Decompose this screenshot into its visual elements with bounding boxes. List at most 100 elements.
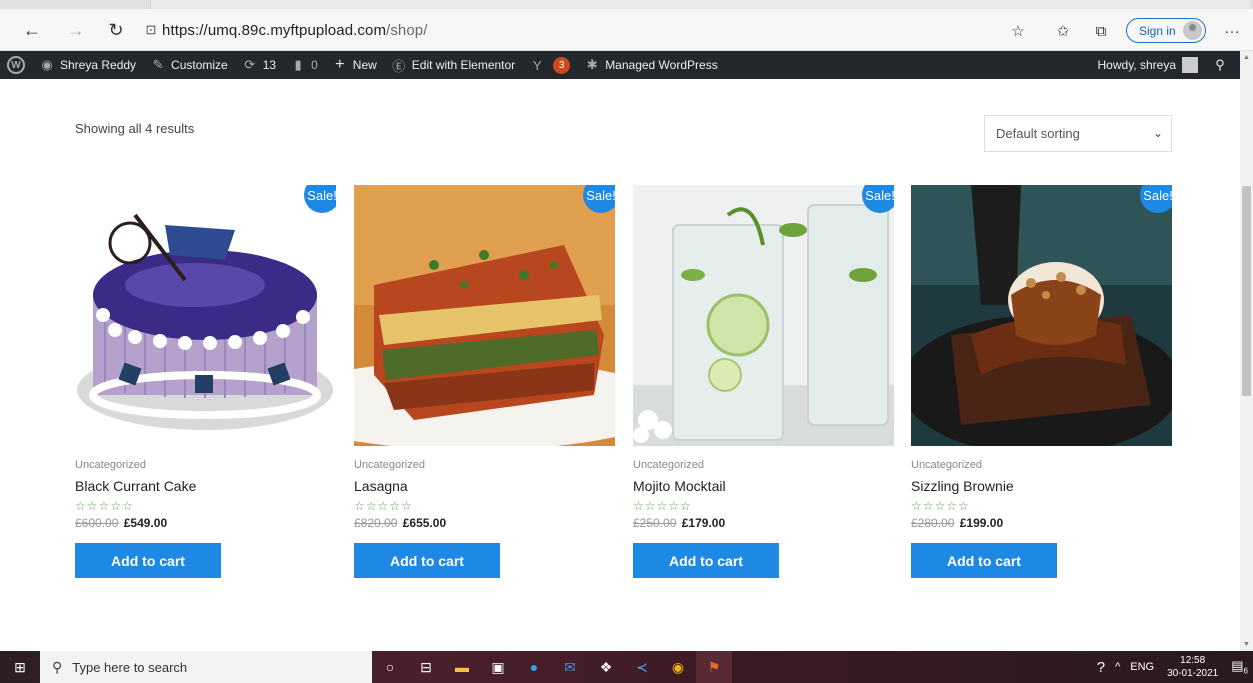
product-title[interactable]: Mojito Mocktail [633, 478, 894, 494]
search-icon: ⚲ [52, 658, 63, 675]
chevron-up-icon[interactable]: ^ [1110, 661, 1125, 673]
edge-icon[interactable]: ● [516, 651, 552, 683]
star-rating: ☆☆☆☆☆ [75, 499, 134, 513]
product-card: Sale! Uncategorized Mojito Mocktail ☆☆☆☆… [633, 185, 894, 578]
page-scrollbar[interactable]: ▲ ▼ [1240, 51, 1253, 651]
product-card: Sale! Uncategorized Lasagna ☆☆☆☆☆ £820.0… [354, 185, 615, 578]
add-to-cart-button[interactable]: Add to cart [633, 543, 779, 578]
old-price: £820.00 [354, 516, 398, 530]
add-to-cart-button[interactable]: Add to cart [911, 543, 1057, 578]
wp-logo-menu[interactable]: W [0, 51, 32, 79]
product-title[interactable]: Lasagna [354, 478, 615, 494]
sorting-selected: Default sorting [996, 126, 1080, 141]
taskbar: ⊞ ⚲ Type here to search ○ ⊟ ▬ ▣ ● ✉ ❖ ≺ ◉… [0, 651, 1253, 683]
comments-link[interactable]: ▮ 0 [283, 51, 325, 79]
back-icon[interactable]: ← [20, 18, 44, 42]
product-image-sizzling-brownie[interactable]: Sale! [911, 185, 1172, 446]
product-price: £280.00 £199.00 [911, 516, 1172, 530]
yoast-menu[interactable]: Y3 [522, 51, 577, 79]
old-price: £600.00 [75, 516, 119, 530]
clock-time: 12:58 [1180, 655, 1206, 666]
howdy-label: Howdy, shreya [1097, 58, 1176, 72]
store-icon[interactable]: ▣ [480, 651, 516, 683]
taskbar-search[interactable]: ⚲ Type here to search [40, 651, 372, 683]
taskbar-search-placeholder: Type here to search [72, 659, 188, 675]
elementor-link[interactable]: Ⓔ Edit with Elementor [384, 51, 522, 79]
notification-count: 6 [1243, 666, 1248, 676]
app-icon[interactable]: ⚑ [696, 651, 732, 683]
address-bar: ← → ↻ ⊡ https://umq.89c.myftpupload.com/… [0, 9, 1253, 51]
favorite-add-icon[interactable]: ☆ [1007, 20, 1029, 42]
site-name-menu[interactable]: ◉ Shreya Reddy [32, 51, 143, 79]
new-content-menu[interactable]: + New [325, 51, 384, 79]
tab-strip-tabs[interactable] [150, 0, 1250, 9]
collections-icon[interactable]: ⧉ [1090, 20, 1112, 42]
old-price: £280.00 [911, 516, 955, 530]
file-explorer-icon[interactable]: ▬ [444, 651, 480, 683]
forward-icon[interactable]: → [64, 18, 88, 42]
product-image-black-currant-cake[interactable]: Sale! [75, 185, 336, 446]
yoast-icon: Y [532, 57, 542, 73]
sale-price: £199.00 [959, 516, 1004, 530]
star-rating: ☆☆☆☆☆ [354, 499, 413, 513]
customize-label: Customize [171, 58, 228, 72]
sorting-select[interactable]: Default sorting ⌄ [984, 115, 1172, 152]
help-icon[interactable]: ? [1092, 659, 1110, 676]
scrollbar-thumb[interactable] [1242, 186, 1251, 396]
product-title[interactable]: Black Currant Cake [75, 478, 336, 494]
scroll-up-icon[interactable]: ▲ [1243, 54, 1250, 61]
old-price: £250.00 [633, 516, 677, 530]
product-title[interactable]: Sizzling Brownie [911, 478, 1172, 494]
managed-wordpress-link[interactable]: ✱ Managed WordPress [577, 51, 725, 79]
sign-in-button[interactable]: Sign in [1126, 18, 1206, 43]
product-image-mojito-mocktail[interactable]: Sale! [633, 185, 894, 446]
product-price: £250.00 £179.00 [633, 516, 894, 530]
wp-admin-bar: W ◉ Shreya Reddy ✎ Customize ⟳ 13 ▮ 0 + New Ⓔ… [0, 51, 1240, 79]
product-category: Uncategorized [75, 459, 146, 471]
clock[interactable]: 12:58 30-01-2021 [1159, 654, 1226, 680]
result-count: Showing all 4 results [75, 121, 195, 136]
site-name: Shreya Reddy [60, 58, 137, 72]
product-card: Sale! Uncategorized Black Currant Cake ☆… [75, 185, 336, 578]
dashboard-icon: ◉ [41, 57, 53, 72]
lock-icon[interactable]: ⊡ [140, 22, 162, 38]
comments-count: 0 [311, 58, 318, 72]
customize-link[interactable]: ✎ Customize [143, 51, 235, 79]
star-rating: ☆☆☆☆☆ [633, 499, 692, 513]
task-view-icon[interactable]: ⊟ [408, 651, 444, 683]
notification-icon[interactable]: ▤6 [1226, 658, 1253, 676]
add-to-cart-button[interactable]: Add to cart [75, 543, 221, 578]
product-card: Sale! Uncategorized Sizzling Brownie ☆☆☆… [911, 185, 1172, 578]
managed-label: Managed WordPress [605, 58, 718, 72]
dropbox-icon[interactable]: ❖ [588, 651, 624, 683]
windows-start-icon[interactable]: ⊞ [0, 651, 40, 683]
url-host: https://umq.89c.myftpupload.com [162, 21, 387, 39]
wordpress-logo-icon: W [7, 56, 25, 74]
user-avatar-icon [1182, 57, 1198, 73]
updates-icon: ⟳ [244, 57, 256, 72]
url-field[interactable]: ⊡ https://umq.89c.myftpupload.com/shop/ [140, 16, 1000, 44]
vscode-icon[interactable]: ≺ [624, 651, 660, 683]
tab-strip [0, 0, 1253, 9]
star-rating: ☆☆☆☆☆ [911, 499, 970, 513]
my-account-menu[interactable]: Howdy, shreya [1091, 51, 1205, 79]
sale-price: £655.00 [402, 516, 447, 530]
elementor-icon: Ⓔ [392, 58, 406, 74]
product-image-lasagna[interactable]: Sale! [354, 185, 615, 446]
favorites-icon[interactable]: ✩ [1052, 20, 1074, 42]
sign-in-label: Sign in [1139, 23, 1176, 38]
more-icon[interactable]: ··· [1221, 20, 1243, 42]
cortana-icon[interactable]: ○ [372, 651, 408, 683]
refresh-icon[interactable]: ↻ [104, 18, 128, 42]
add-to-cart-button[interactable]: Add to cart [354, 543, 500, 578]
profile-avatar-icon [1183, 21, 1202, 40]
chrome-icon[interactable]: ◉ [660, 651, 696, 683]
url-path: /shop/ [386, 21, 428, 39]
mail-icon[interactable]: ✉ [552, 651, 588, 683]
updates-link[interactable]: ⟳ 13 [235, 51, 283, 79]
yoast-badge: 3 [553, 56, 571, 74]
language-indicator[interactable]: ENG [1125, 661, 1159, 673]
admin-search[interactable]: ⚲ [1205, 51, 1240, 79]
scroll-down-icon[interactable]: ▼ [1243, 641, 1250, 648]
comment-icon: ▮ [294, 57, 302, 72]
